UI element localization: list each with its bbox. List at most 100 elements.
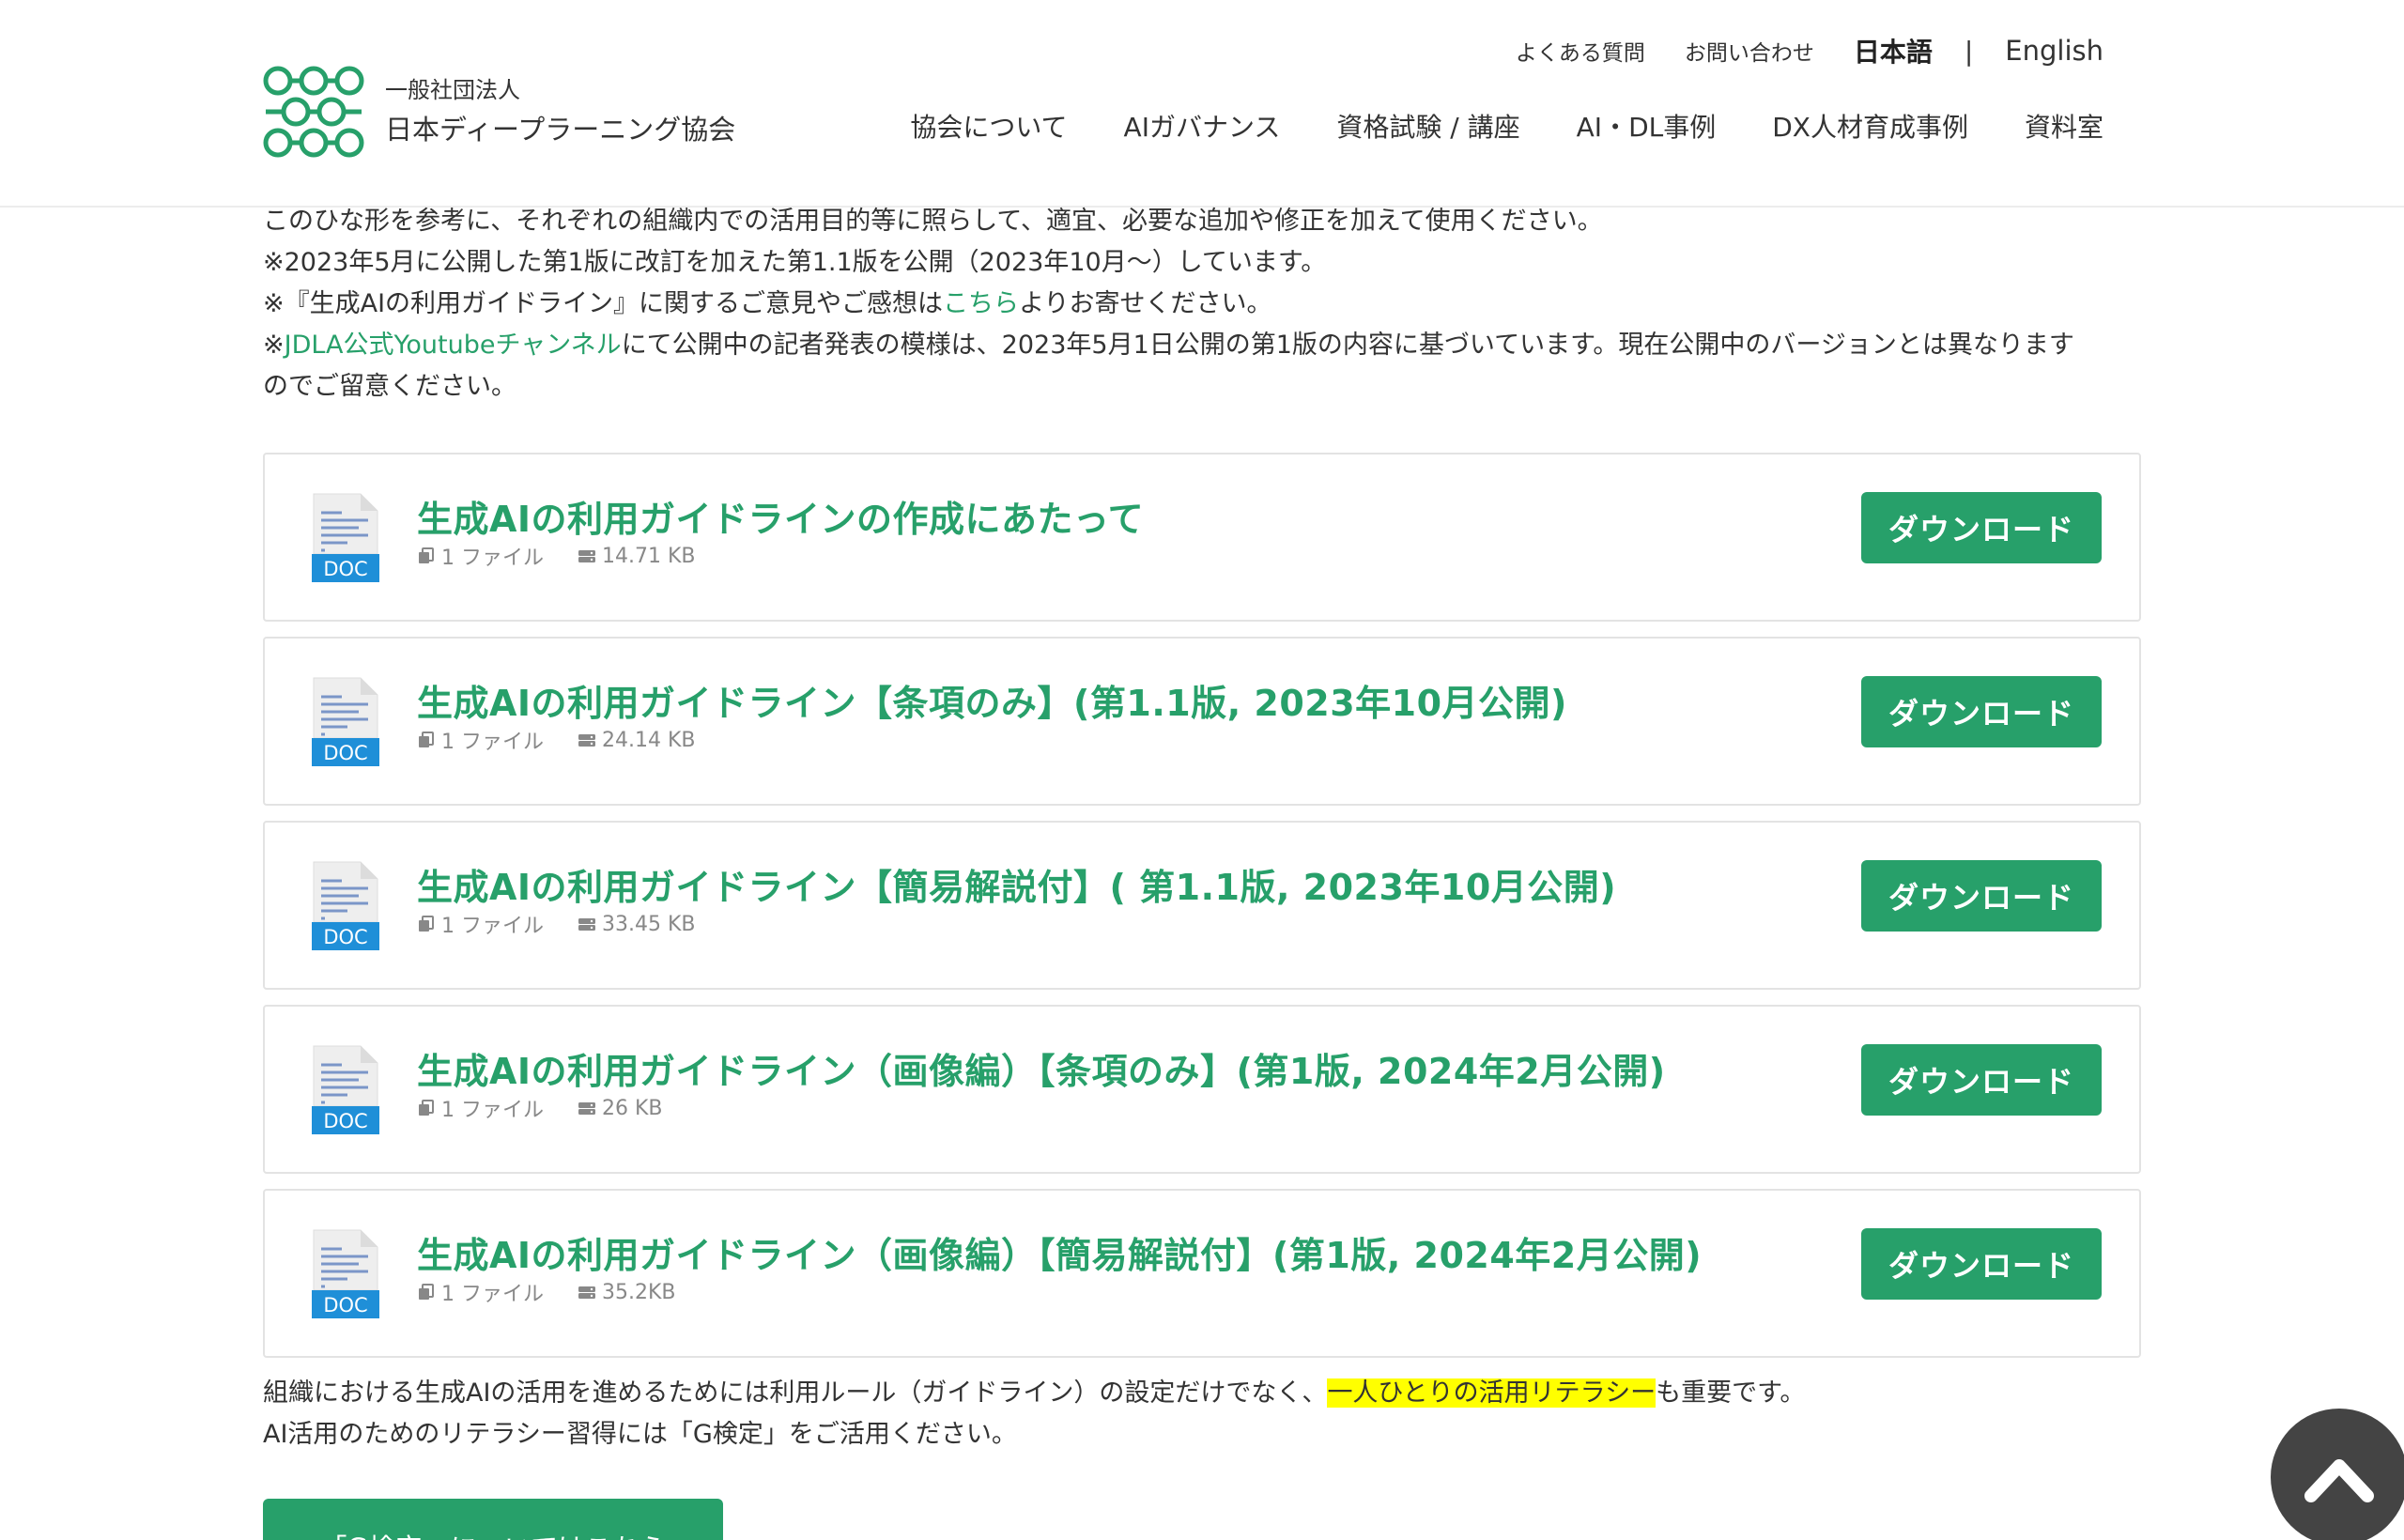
youtube-channel-link[interactable]: JDLA公式Youtubeチャンネル — [285, 331, 622, 360]
download-list: DOC 生成AIの利用ガイドラインの作成にあたって 1 ファイル 14.71 K… — [263, 453, 2141, 1373]
site-header: 一般社団法人 日本ディープラーニング協会 よくある質問 お問い合わせ 日本語 |… — [0, 0, 2404, 208]
doc-file-icon: DOC — [312, 493, 379, 582]
chevron-up-icon — [2304, 1459, 2374, 1502]
org-name: 日本ディープラーニング協会 — [385, 114, 736, 146]
nav-exams-courses[interactable]: 資格試験 / 講座 — [1336, 107, 1519, 145]
file-size-text: 14.71 KB — [602, 544, 696, 568]
intro-line-5: のでご留意ください。 — [263, 372, 516, 401]
storage-icon — [578, 1286, 595, 1299]
download-card: DOC 生成AIの利用ガイドラインの作成にあたって 1 ファイル 14.71 K… — [263, 453, 2141, 622]
download-button[interactable]: ダウンロード — [1861, 1044, 2102, 1116]
feedback-link[interactable]: こちら — [943, 289, 1019, 318]
file-size: 26 KB — [578, 1097, 663, 1120]
nav-about[interactable]: 協会について — [910, 107, 1067, 145]
file-count-text: 1 ファイル — [441, 547, 544, 570]
doc-icon-label: DOC — [323, 926, 367, 948]
intro-line-3: ※『生成AIの利用ガイドライン』に関するご意見やご感想はこちらよりお寄せください… — [263, 284, 2141, 325]
intro-line-3-pre: ※『生成AIの利用ガイドライン』に関するご意見やご感想は — [263, 289, 944, 318]
contact-link[interactable]: お問い合わせ — [1685, 35, 1814, 67]
doc-file-icon: DOC — [312, 1229, 379, 1318]
file-size-text: 35.2KB — [602, 1280, 676, 1304]
faq-link[interactable]: よくある質問 — [1516, 35, 1645, 67]
doc-icon-label: DOC — [323, 1110, 367, 1132]
storage-icon — [578, 550, 595, 562]
download-button[interactable]: ダウンロード — [1861, 676, 2102, 747]
outro-line-2: AI活用のためのリテラシー習得には「G検定」をご活用ください。 — [263, 1420, 1017, 1449]
download-meta: 1 ファイル 24.14 KB — [417, 725, 696, 755]
files-icon — [419, 547, 434, 563]
file-size-text: 33.45 KB — [602, 912, 696, 936]
download-title[interactable]: 生成AIの利用ガイドライン（画像編）【条項のみ】(第1版, 2024年2月公開) — [417, 1042, 1666, 1094]
download-card: DOC 生成AIの利用ガイドライン【条項のみ】(第1.1版, 2023年10月公… — [263, 637, 2141, 806]
file-size: 24.14 KB — [578, 729, 696, 752]
download-title[interactable]: 生成AIの利用ガイドライン【条項のみ】(第1.1版, 2023年10月公開) — [417, 674, 1567, 726]
intro-text: このひな形を参考に、それぞれの組織内での活用目的等に照らして、適宜、必要な追加や… — [263, 201, 2141, 408]
site-logo[interactable]: 一般社団法人 日本ディープラーニング協会 — [261, 64, 735, 160]
storage-icon — [578, 918, 595, 931]
doc-icon-label: DOC — [323, 1294, 367, 1317]
download-card: DOC 生成AIの利用ガイドライン【簡易解説付】( 第1.1版, 2023年10… — [263, 821, 2141, 990]
download-meta: 1 ファイル 35.2KB — [417, 1277, 676, 1307]
files-icon — [419, 732, 434, 747]
nav-dx-cases[interactable]: DX人材育成事例 — [1772, 107, 1968, 145]
nav-library[interactable]: 資料室 — [2025, 107, 2104, 145]
lang-separator: | — [1964, 35, 1974, 67]
file-count-text: 1 ファイル — [441, 1283, 544, 1306]
nav-ai-governance[interactable]: AIガバナンス — [1124, 107, 1281, 145]
lang-en-link[interactable]: English — [2005, 35, 2104, 67]
download-title[interactable]: 生成AIの利用ガイドラインの作成にあたって — [417, 490, 1144, 542]
file-count: 1 ファイル — [417, 909, 544, 939]
doc-file-icon: DOC — [312, 677, 379, 766]
file-count-text: 1 ファイル — [441, 1099, 544, 1122]
file-count-text: 1 ファイル — [441, 731, 544, 754]
file-size: 33.45 KB — [578, 913, 696, 936]
intro-line-3-post: よりお寄せください。 — [1019, 289, 1272, 318]
doc-icon-label: DOC — [323, 742, 367, 764]
files-icon — [419, 1100, 434, 1116]
download-meta: 1 ファイル 33.45 KB — [417, 909, 696, 939]
download-card: DOC 生成AIの利用ガイドライン（画像編）【簡易解説付】(第1版, 2024年… — [263, 1189, 2141, 1358]
doc-icon-label: DOC — [323, 558, 367, 580]
file-size: 14.71 KB — [578, 545, 696, 568]
intro-line-4: ※JDLA公式Youtubeチャンネルにて公開中の記者発表の模様は、2023年5… — [263, 325, 2141, 366]
file-size: 35.2KB — [578, 1281, 676, 1304]
files-icon — [419, 1284, 434, 1300]
outro-line-1-post: も重要です。 — [1656, 1378, 1806, 1408]
file-count: 1 ファイル — [417, 1093, 544, 1123]
file-count: 1 ファイル — [417, 1277, 544, 1307]
file-size-text: 24.14 KB — [602, 728, 696, 752]
g-kentei-button[interactable]: 「G検定」についてはこちら — [263, 1499, 723, 1540]
download-meta: 1 ファイル 14.71 KB — [417, 541, 696, 571]
download-button[interactable]: ダウンロード — [1861, 860, 2102, 932]
download-button[interactable]: ダウンロード — [1861, 492, 2102, 563]
literacy-highlight: 一人ひとりの活用リテラシー — [1327, 1378, 1657, 1408]
network-logo-icon — [263, 66, 364, 158]
files-icon — [419, 916, 434, 932]
org-type: 一般社団法人 — [385, 77, 520, 103]
outro-line-1-pre: 組織における生成AIの活用を進めるためには利用ルール（ガイドライン）の設定だけで… — [263, 1378, 1328, 1408]
lang-ja-link[interactable]: 日本語 — [1854, 32, 1933, 69]
nav-ai-dl-cases[interactable]: AI・DL事例 — [1577, 107, 1717, 145]
file-count-text: 1 ファイル — [441, 915, 544, 938]
logo-text: 一般社団法人 日本ディープラーニング協会 — [385, 74, 735, 149]
outro-line-1: 組織における生成AIの活用を進めるためには利用ルール（ガイドライン）の設定だけで… — [263, 1373, 2141, 1414]
storage-icon — [578, 1102, 595, 1115]
intro-line-2: ※2023年5月に公開した第1版に改訂を加えた第1.1版を公開（2023年10月… — [263, 248, 1327, 277]
download-button[interactable]: ダウンロード — [1861, 1228, 2102, 1300]
file-count: 1 ファイル — [417, 725, 544, 755]
download-meta: 1 ファイル 26 KB — [417, 1093, 663, 1123]
download-title[interactable]: 生成AIの利用ガイドライン【簡易解説付】( 第1.1版, 2023年10月公開) — [417, 858, 1616, 910]
download-title[interactable]: 生成AIの利用ガイドライン（画像編）【簡易解説付】(第1版, 2024年2月公開… — [417, 1226, 1702, 1278]
intro-line-1: このひな形を参考に、それぞれの組織内での活用目的等に照らして、適宜、必要な追加や… — [263, 207, 1603, 236]
download-card: DOC 生成AIの利用ガイドライン（画像編）【条項のみ】(第1版, 2024年2… — [263, 1005, 2141, 1174]
utility-nav: よくある質問 お問い合わせ 日本語 | English — [1476, 32, 2104, 69]
doc-file-icon: DOC — [312, 861, 379, 950]
file-size-text: 26 KB — [602, 1096, 663, 1120]
intro-line-4-pre: ※ — [263, 331, 285, 360]
scroll-top-button[interactable] — [2271, 1409, 2404, 1540]
intro-line-4-post: にて公開中の記者発表の模様は、2023年5月1日公開の第1版の内容に基づいていま… — [621, 331, 2074, 360]
outro-text: 組織における生成AIの活用を進めるためには利用ルール（ガイドライン）の設定だけで… — [263, 1373, 2141, 1455]
storage-icon — [578, 734, 595, 747]
doc-file-icon: DOC — [312, 1045, 379, 1134]
file-count: 1 ファイル — [417, 541, 544, 571]
